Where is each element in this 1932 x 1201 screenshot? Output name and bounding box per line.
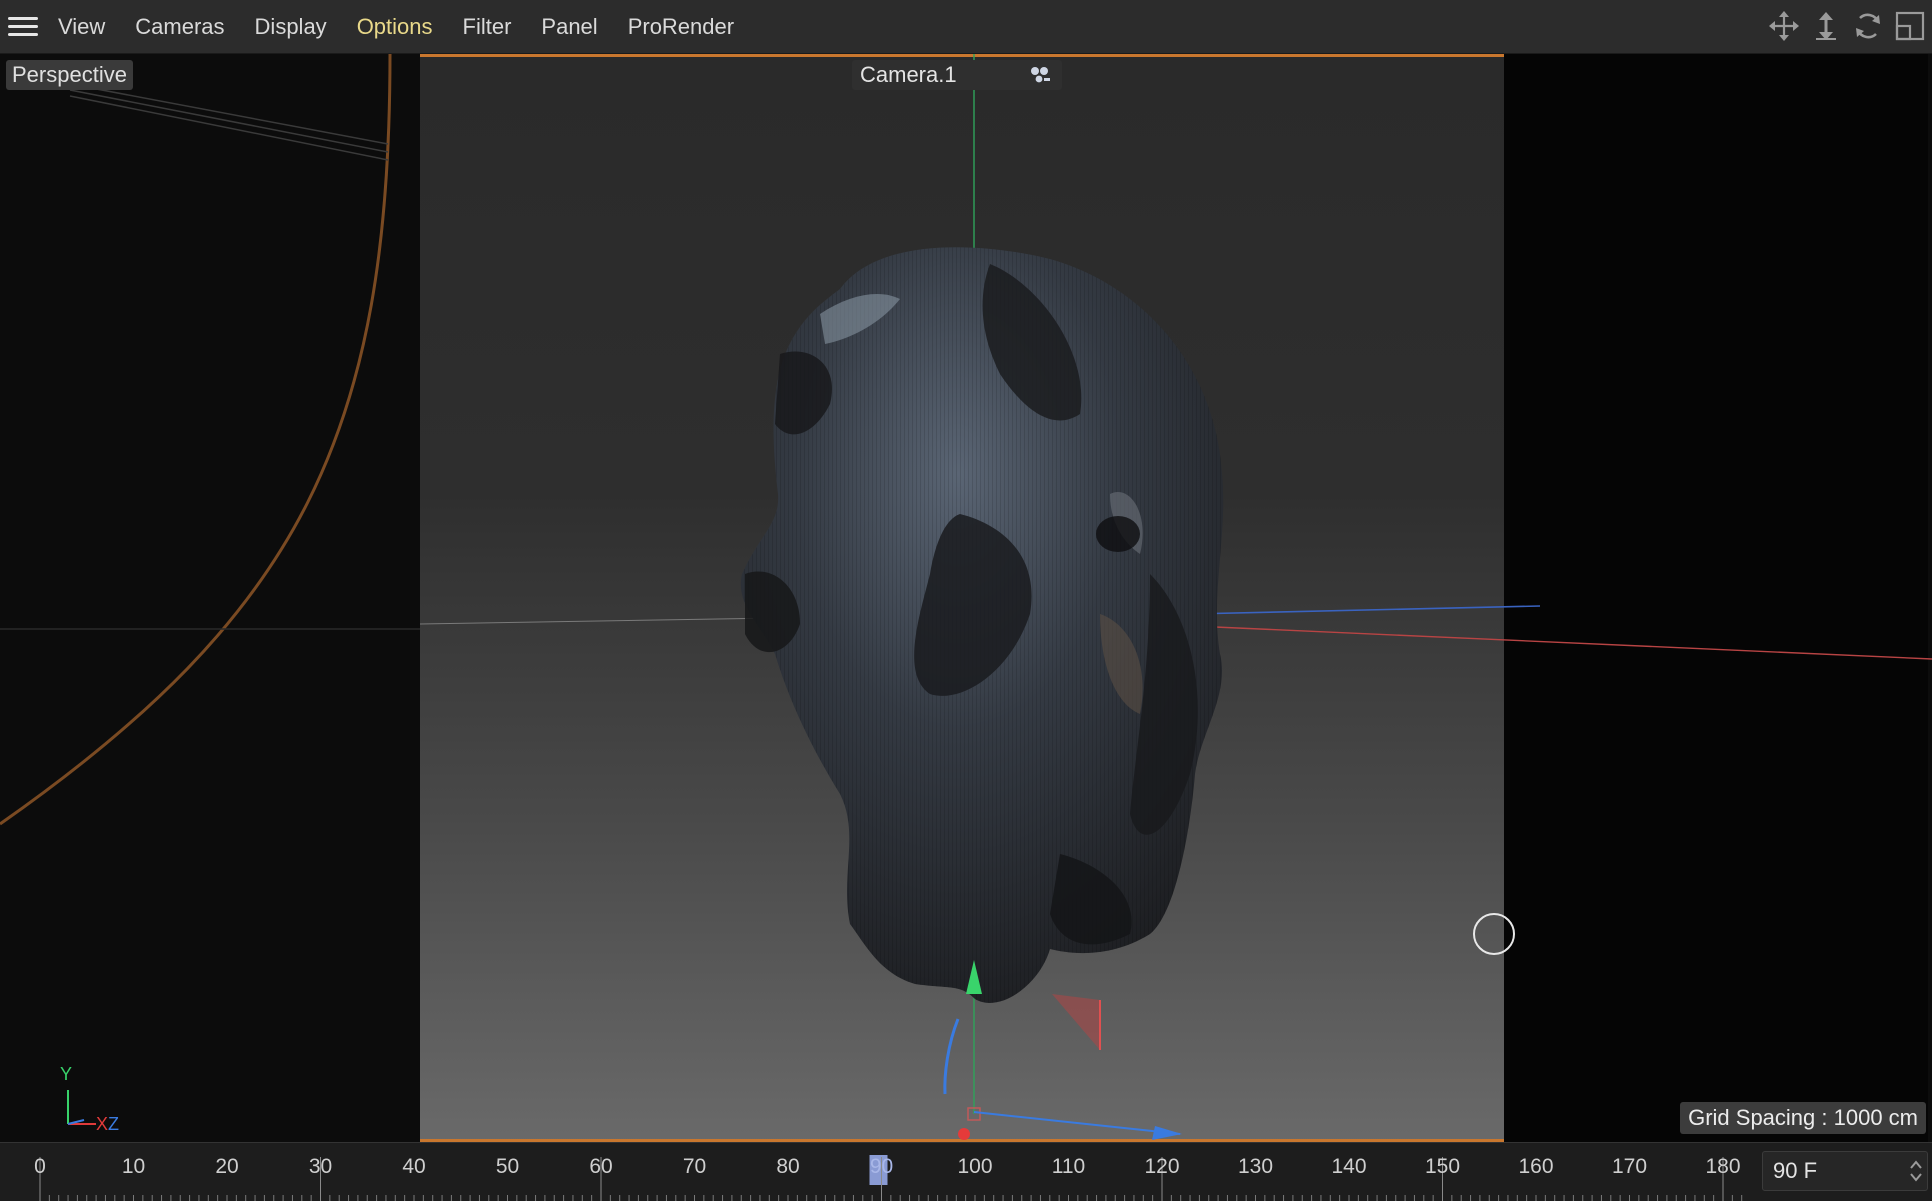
head-sculpture — [740, 247, 1224, 1003]
timeline-tick-label: 170 — [1612, 1155, 1647, 1178]
dolly-icon[interactable] — [1810, 10, 1842, 42]
menu-view[interactable]: View — [58, 14, 105, 40]
active-camera-label[interactable]: Camera.1 — [852, 60, 1062, 90]
wire-line — [69, 95, 389, 161]
timeline-tick-label: 90 — [870, 1155, 893, 1178]
frame-stepper-icon[interactable] — [1909, 1158, 1923, 1184]
timeline-tick-label: 110 — [1052, 1155, 1085, 1178]
timeline-tick-label: 140 — [1331, 1155, 1366, 1178]
axis-orientation-widget: Y X Z — [56, 1064, 136, 1134]
timeline-tick-label: 160 — [1518, 1155, 1553, 1178]
timeline-tick-label: 60 — [589, 1155, 612, 1178]
viewport-menubar: View Cameras Display Options Filter Pane… — [0, 0, 1932, 54]
scene-render — [0, 54, 1932, 1140]
timeline-tick-label: 130 — [1238, 1155, 1273, 1178]
grid-spacing-readout: Grid Spacing : 1000 cm — [1680, 1102, 1926, 1134]
camera-name: Camera.1 — [860, 62, 957, 87]
timeline-tick-label: 20 — [215, 1155, 238, 1178]
menu-panel[interactable]: Panel — [541, 14, 597, 40]
curve-object-outline — [0, 54, 392, 826]
rotate-icon[interactable] — [1852, 10, 1884, 42]
world-axis-z — [1189, 605, 1541, 615]
view-navigation-icons — [1768, 10, 1926, 42]
timeline-tick-label: 150 — [1425, 1155, 1460, 1178]
current-frame-field[interactable]: 90 F — [1762, 1151, 1928, 1191]
axis-z-label: Z — [108, 1114, 119, 1134]
timeline-tick-label: 10 — [122, 1155, 145, 1178]
perspective-viewport[interactable]: Perspective Camera.1 Y X Z Grid Spacing … — [0, 54, 1932, 1142]
menu-display[interactable]: Display — [255, 14, 327, 40]
menu-cameras[interactable]: Cameras — [135, 14, 224, 40]
hamburger-menu-icon[interactable] — [8, 17, 38, 36]
mouse-cursor-ring — [1473, 913, 1515, 955]
timeline-tick-label: 30 — [309, 1155, 332, 1178]
timeline-tick-label: 0 — [34, 1155, 46, 1178]
timeline-tick-label: 70 — [683, 1155, 706, 1178]
axis-y-label: Y — [60, 1064, 73, 1084]
camera-icon — [1031, 67, 1050, 83]
timeline-tick-label: 180 — [1705, 1155, 1740, 1178]
axis-x-label: X — [96, 1114, 109, 1134]
maximize-icon[interactable] — [1894, 10, 1926, 42]
viewport-name-label[interactable]: Perspective — [6, 60, 133, 90]
wire-line — [69, 89, 389, 153]
timeline-tick-label: 80 — [776, 1155, 799, 1178]
world-axis-x — [1169, 624, 1932, 660]
menu-options[interactable]: Options — [357, 14, 433, 40]
timeline-tick-label: 50 — [496, 1155, 519, 1178]
menu-prorender[interactable]: ProRender — [628, 14, 734, 40]
timeline-ruler[interactable]: 0 10 20 30 40 50 60 70 80 90 100 110 120 130 140 150 160… — [0, 1142, 1932, 1201]
timeline-tick-label: 40 — [402, 1155, 425, 1178]
menu-filter[interactable]: Filter — [463, 14, 512, 40]
move-icon[interactable] — [1768, 10, 1800, 42]
horizon-line — [419, 617, 781, 625]
timeline-ticks[interactable]: 0 10 20 30 40 50 60 70 80 90 100 110 120 130 140 150 160… — [0, 1143, 1752, 1201]
timeline-tick-label: 100 — [957, 1155, 992, 1178]
timeline-tick-label: 120 — [1144, 1155, 1179, 1178]
current-frame-value: 90 F — [1773, 1158, 1818, 1183]
wire-line — [69, 83, 389, 145]
